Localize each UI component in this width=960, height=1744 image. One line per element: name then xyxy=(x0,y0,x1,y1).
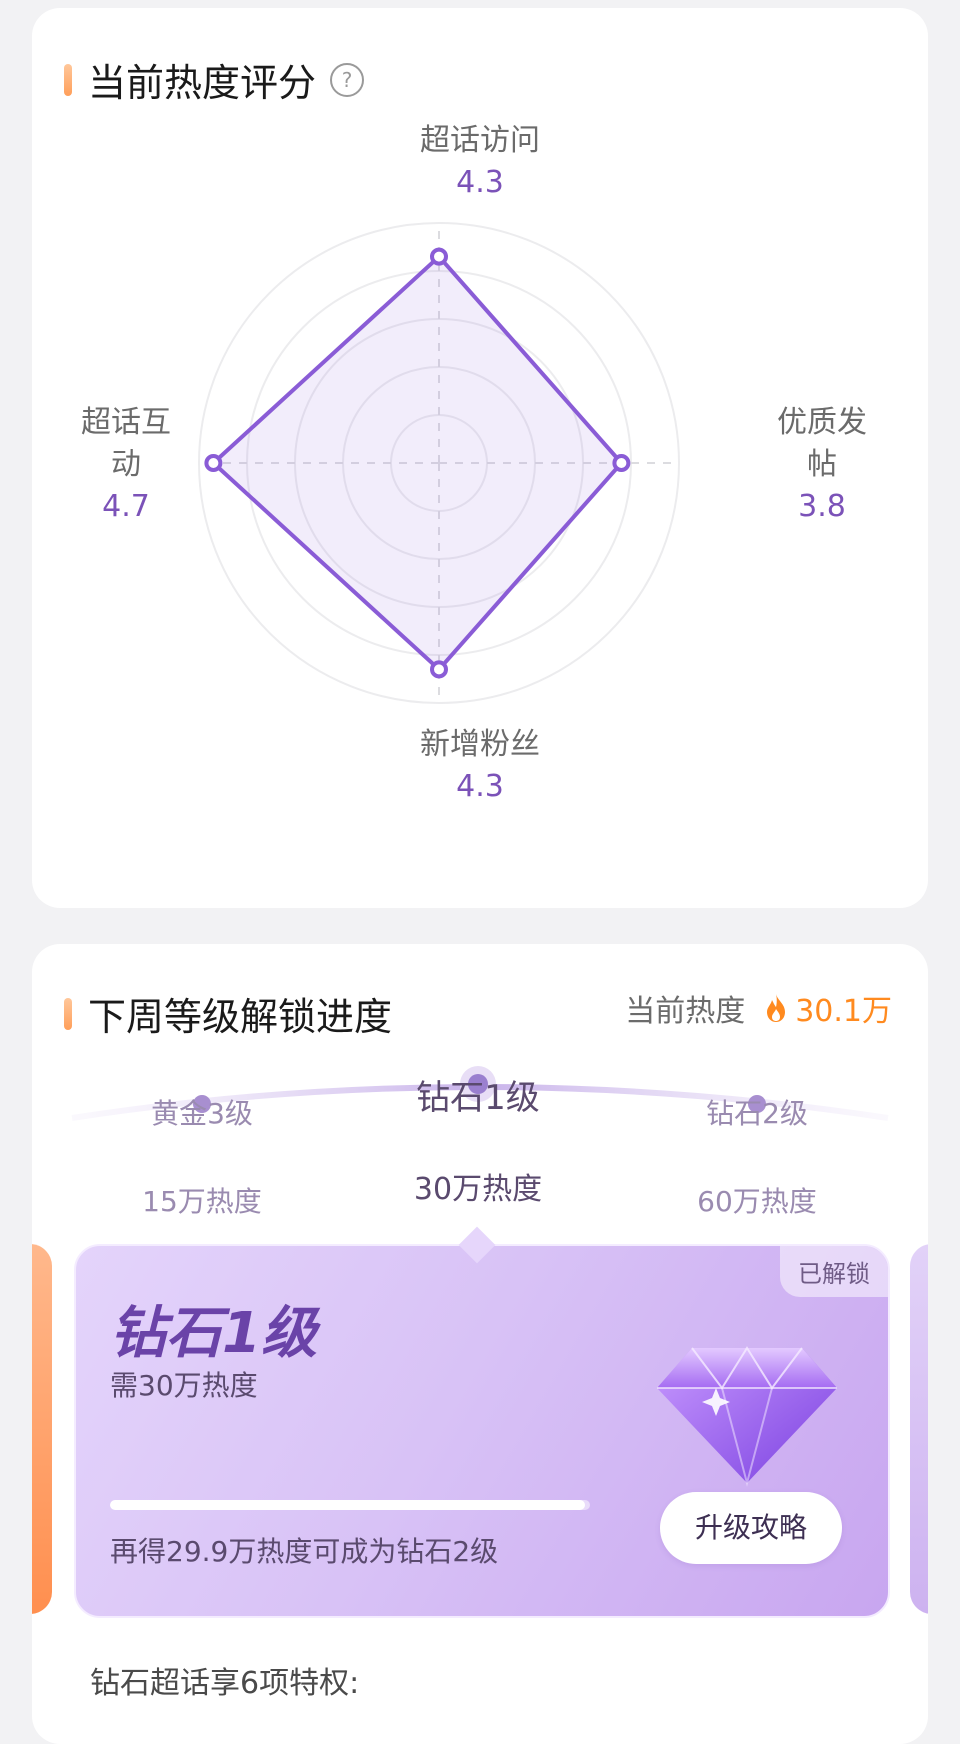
axis-label-quality-posts: 优质发 帖 3.8 xyxy=(762,402,882,528)
current-heat-value: 30.1万 xyxy=(795,994,892,1029)
level-card-requirement: 需30万热度 xyxy=(110,1369,258,1402)
axis-name-line2: 帖 xyxy=(807,447,837,482)
current-heat-label: 当前热度 xyxy=(625,994,746,1029)
diamond-icon xyxy=(657,1346,837,1487)
axis-score: 4.3 xyxy=(456,165,504,200)
radar-point-2 xyxy=(430,660,448,679)
level-name-gold3[interactable]: 黄金3级 xyxy=(102,1092,302,1132)
level-card-prev[interactable] xyxy=(32,1244,52,1614)
level-progress-fill xyxy=(110,1500,586,1510)
axis-name: 新增粉丝 xyxy=(420,727,540,762)
axis-label-new-fans: 新增粉丝 4.3 xyxy=(350,724,610,808)
level-req-diamond2: 60万热度 xyxy=(697,1185,817,1218)
axis-name-line1: 超话互 xyxy=(81,405,171,440)
flame-icon xyxy=(767,994,786,1022)
upgrade-guide-button[interactable]: 升级攻略 xyxy=(660,1492,842,1564)
level-name-diamond2[interactable]: 钻石2级 xyxy=(657,1092,857,1132)
privileges-heading: 钻石超话享6项特权: xyxy=(90,1666,360,1701)
current-heat: 当前热度 30.1万 xyxy=(625,986,892,1030)
axis-name: 超话访问 xyxy=(420,123,540,158)
axis-label-interaction: 超话互 动 4.7 xyxy=(66,402,186,528)
unlock-header: 下周等级解锁进度 xyxy=(64,986,392,1041)
card-pointer xyxy=(458,1226,496,1264)
level-progress-bar xyxy=(110,1500,590,1510)
level-card-title: 钻石1级 xyxy=(110,1301,317,1366)
unlock-progress-card: 下周等级解锁进度 当前热度 30.1万 黄金3级 15万热度 钻石1级 30万热… xyxy=(32,944,928,1744)
level-req-gold3: 15万热度 xyxy=(142,1185,262,1218)
heat-score-card: 当前热度评分 ? 超话访问 4.3 优质发 帖 3.8 新增粉丝 4.3 超话互… xyxy=(32,8,928,908)
radar-point-3 xyxy=(204,454,223,472)
level-name-diamond1[interactable]: 钻石1级 xyxy=(378,1070,578,1119)
level-card-next[interactable] xyxy=(910,1244,928,1614)
axis-score: 3.8 xyxy=(798,489,846,524)
unlocked-badge: 已解锁 xyxy=(780,1246,888,1297)
axis-name-line2: 动 xyxy=(111,447,141,482)
unlock-title: 下周等级解锁进度 xyxy=(88,995,393,1039)
axis-score: 4.7 xyxy=(102,489,150,524)
radar-point-0 xyxy=(430,247,448,266)
level-req-diamond1: 30万热度 xyxy=(413,1172,543,1207)
axis-name-line1: 优质发 xyxy=(777,405,867,440)
level-progress-hint: 再得29.9万热度可成为钻石2级 xyxy=(110,1535,499,1568)
radar-polygon xyxy=(211,254,624,672)
section-accent-bar xyxy=(64,997,72,1030)
axis-label-visits: 超话访问 4.3 xyxy=(350,120,610,204)
axis-score: 4.3 xyxy=(456,769,504,804)
level-card-current[interactable]: 已解锁 钻石1级 需30万热度 再得29.9万热度可成为钻石2级 升级攻略 xyxy=(74,1226,890,1618)
radar-point-1 xyxy=(612,454,631,472)
